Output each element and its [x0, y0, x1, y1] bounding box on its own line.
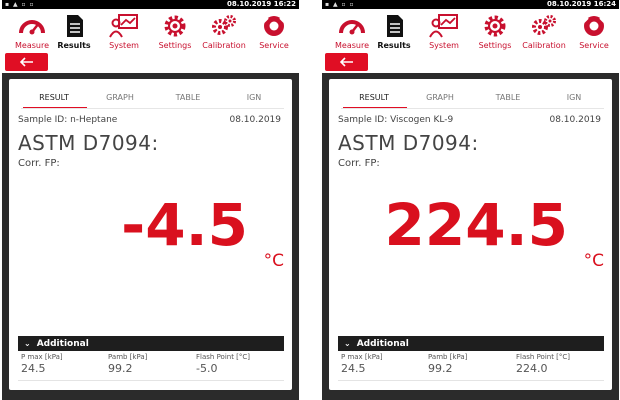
nav-settings[interactable]: Settings [467, 13, 523, 50]
result-date: 08.10.2019 [229, 115, 281, 125]
gauge-icon [339, 20, 365, 35]
nav-results-label: Results [377, 41, 411, 50]
status-bar: ▪ ▲ ▫ ▫ 08.10.2019 16:22 [2, 0, 299, 9]
flash-point-cell: Flash Point [°C] 224.0 [516, 353, 570, 375]
additional-label: Additional [356, 339, 409, 349]
nav-system-label: System [429, 41, 459, 50]
nav-calibration-label: Calibration [202, 41, 246, 50]
gear-icon [164, 15, 186, 37]
nav-system[interactable]: System [416, 13, 472, 50]
result-date: 08.10.2019 [549, 115, 601, 125]
tab-ign[interactable]: IGN [541, 93, 607, 102]
pamb-label: Pamb [kPa] [428, 353, 468, 361]
nav-settings-label: Settings [478, 41, 512, 50]
flash-point-cell: Flash Point [°C] -5.0 [196, 353, 250, 375]
gear-icon [484, 15, 506, 37]
status-bar: ▪ ▲ ▫ ▫ 08.10.2019 16:24 [322, 0, 619, 9]
nav-calibration[interactable]: Calibration [196, 13, 252, 50]
back-button[interactable] [325, 53, 368, 71]
person-chart-icon [109, 14, 138, 38]
pamb-cell: Pamb [kPa] 99.2 [428, 353, 467, 375]
nav-service[interactable]: Service [566, 13, 619, 50]
pamb-cell: Pamb [kPa] 99.2 [108, 353, 147, 375]
nav-system[interactable]: System [96, 13, 152, 50]
result-tabs: RESULT GRAPH TABLE IGN [341, 93, 607, 109]
nav-service[interactable]: Service [246, 13, 299, 50]
sample-id: Sample ID: n-Heptane [18, 115, 118, 125]
pamb-value: 99.2 [108, 362, 133, 375]
tab-divider [341, 108, 604, 109]
tab-result[interactable]: RESULT [341, 93, 407, 102]
tab-divider [21, 108, 284, 109]
nav-settings[interactable]: Settings [147, 13, 203, 50]
pamb-value: 99.2 [428, 362, 453, 375]
flash-point-value: 224.5 [384, 191, 568, 259]
tab-ign[interactable]: IGN [221, 93, 287, 102]
arrow-left-icon [339, 57, 353, 67]
pamb-label: Pamb [kPa] [108, 353, 148, 361]
device-screen-right: ▪ ▲ ▫ ▫ 08.10.2019 16:24 Measure Results [322, 0, 619, 400]
main-nav: Measure Results System Settings Calibrat… [2, 9, 299, 73]
flash-point-unit: °C [583, 251, 604, 271]
additional-header[interactable]: ⌄ Additional [18, 336, 284, 351]
tab-table[interactable]: TABLE [155, 93, 221, 102]
nav-results[interactable]: Results [366, 13, 422, 50]
nav-settings-label: Settings [158, 41, 192, 50]
nav-service-label: Service [579, 41, 609, 50]
nav-calibration-label: Calibration [522, 41, 566, 50]
document-icon [387, 15, 403, 37]
flash-point-label: Flash Point [°C] [516, 353, 571, 361]
flash-point-label: Flash Point [°C] [196, 353, 251, 361]
nav-results[interactable]: Results [46, 13, 102, 50]
pmax-value: 24.5 [21, 362, 46, 375]
method-title: ASTM D7094: [18, 131, 159, 155]
status-time: 08.10.2019 16:22 [226, 0, 296, 8]
additional-label: Additional [36, 339, 89, 349]
nav-system-label: System [109, 41, 139, 50]
pmax-cell: P max [kPa] 24.5 [21, 353, 63, 375]
service-icon [263, 16, 285, 36]
flash-point-value: -4.5 [121, 191, 248, 259]
result-card: RESULT GRAPH TABLE IGN Sample ID: Viscog… [329, 79, 612, 390]
flash-point-detail-value: -5.0 [196, 362, 218, 375]
tab-table[interactable]: TABLE [475, 93, 541, 102]
result-card: RESULT GRAPH TABLE IGN Sample ID: n-Hept… [9, 79, 292, 390]
chevron-down-icon: ⌄ [344, 339, 351, 348]
additional-header[interactable]: ⌄ Additional [338, 336, 604, 351]
tab-graph[interactable]: GRAPH [407, 93, 473, 102]
calibration-gears-icon [212, 15, 236, 35]
service-icon [583, 16, 605, 36]
tab-result[interactable]: RESULT [21, 93, 87, 102]
flash-point-detail-value: 224.0 [516, 362, 548, 375]
corr-fp-label: Corr. FP: [338, 158, 380, 169]
chevron-down-icon: ⌄ [24, 339, 31, 348]
main-nav: Measure Results System Settings Calibrat… [322, 9, 619, 73]
sample-id: Sample ID: Viscogen KL-9 [338, 115, 454, 125]
status-icons: ▪ ▲ ▫ ▫ [325, 1, 355, 8]
nav-results-label: Results [57, 41, 91, 50]
device-screen-left: ▪ ▲ ▫ ▫ 08.10.2019 16:22 Measure Results [2, 0, 299, 400]
pmax-value: 24.5 [341, 362, 366, 375]
additional-panel: P max [kPa] 24.5 Pamb [kPa] 99.2 Flash P… [18, 351, 284, 381]
nav-service-label: Service [259, 41, 289, 50]
person-chart-icon [429, 14, 458, 38]
status-icons: ▪ ▲ ▫ ▫ [5, 1, 35, 8]
corr-fp-label: Corr. FP: [18, 158, 60, 169]
calibration-gears-icon [532, 15, 556, 35]
nav-calibration[interactable]: Calibration [516, 13, 572, 50]
arrow-left-icon [19, 57, 33, 67]
method-title: ASTM D7094: [338, 131, 479, 155]
pmax-label: P max [kPa] [341, 353, 383, 361]
gauge-icon [19, 20, 45, 35]
tab-graph[interactable]: GRAPH [87, 93, 153, 102]
pmax-label: P max [kPa] [21, 353, 63, 361]
back-button[interactable] [5, 53, 48, 71]
flash-point-unit: °C [263, 251, 284, 271]
status-time: 08.10.2019 16:24 [546, 0, 616, 8]
result-tabs: RESULT GRAPH TABLE IGN [21, 93, 287, 109]
pmax-cell: P max [kPa] 24.5 [341, 353, 383, 375]
additional-panel: P max [kPa] 24.5 Pamb [kPa] 99.2 Flash P… [338, 351, 604, 381]
document-icon [67, 15, 83, 37]
